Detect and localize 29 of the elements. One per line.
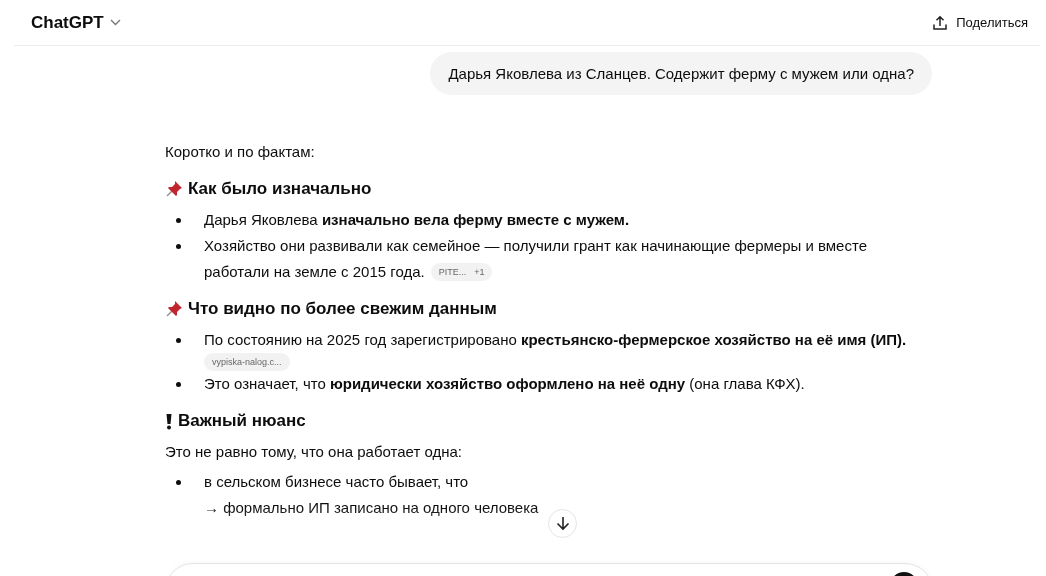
list-item-text: Это означает, что юридически хозяйство оформлено на неё одну (она глава КФХ).: [204, 374, 805, 394]
arrow-down-icon: [555, 516, 570, 531]
section-heading: Как было изначально: [188, 178, 372, 200]
bullet-icon: [176, 244, 181, 249]
list-item-text: → формально ИП записано на одного человека: [204, 498, 539, 518]
source-chip[interactable]: PITE... +1: [430, 263, 493, 281]
bullet-icon: [176, 480, 181, 485]
pushpin-icon: [165, 180, 183, 198]
scroll-down-button[interactable]: [548, 509, 577, 538]
user-message: Дарья Яковлева из Сланцев. Содержит ферму с мужем или одна?: [430, 52, 932, 95]
bullet-icon: [176, 338, 181, 343]
chevron-down-icon: [109, 19, 121, 26]
answer-paragraph: Это не равно тому, что она работает одна:: [165, 442, 464, 462]
exclamation-icon: [165, 412, 173, 430]
answer-paragraph: Коротко и по фактам:: [165, 142, 316, 162]
share-icon: [932, 14, 949, 31]
list-item-text: По состоянию на 2025 год зарегистрировано крестьянско-фермерское хозяйство на её имя (ИП).: [204, 330, 907, 350]
pushpin-icon: [165, 300, 183, 318]
list-item-text: в сельском бизнесе часто бывает, что: [204, 472, 469, 492]
section-heading: Что видно по более свежим данным: [188, 298, 497, 320]
list-item-text: Хозяйство они развивали как семейное — получили грант как начинающие фермеры и вместе: [204, 236, 867, 256]
share-button[interactable]: Поделиться: [932, 14, 1028, 31]
model-selector[interactable]: ChatGPT: [31, 12, 121, 33]
section-heading: Важный нюанс: [178, 410, 306, 432]
list-item-text: Дарья Яковлева изначально вела ферму вместе с мужем.: [204, 210, 630, 230]
list-item-text: работали на земле с 2015 года.: [204, 262, 425, 282]
bullet-icon: [176, 382, 181, 387]
bullet-icon: [176, 218, 181, 223]
source-chip[interactable]: vypiska-nalog.c...: [204, 353, 290, 371]
